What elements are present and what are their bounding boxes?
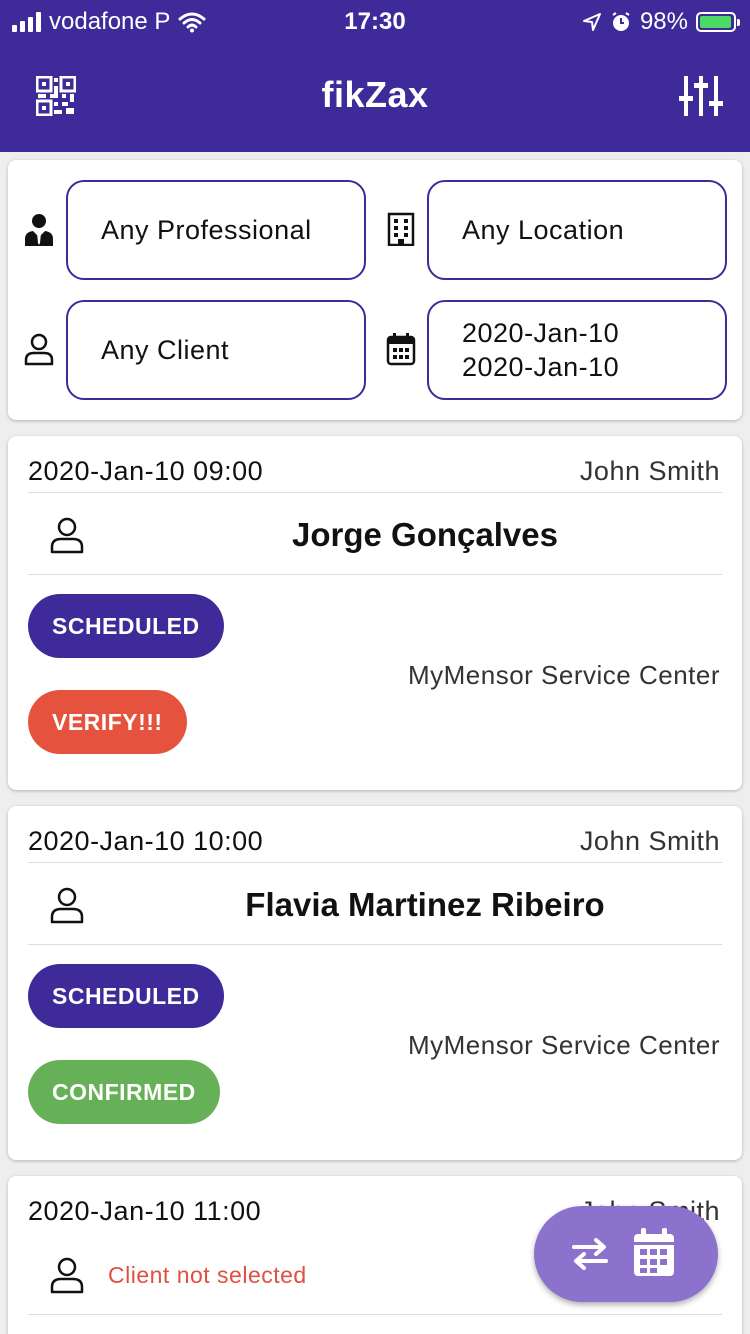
appointment-client: Flavia Martinez Ribeiro [245, 886, 605, 923]
app-title: fikZax [321, 74, 429, 115]
professional-filter-label: Any Professional [101, 214, 312, 245]
status-bar: vodafone P 17:30 98% [0, 0, 750, 42]
app-bar: fikZax [0, 42, 750, 152]
client-icon [50, 1257, 84, 1294]
battery-icon [696, 12, 740, 32]
new-appointment-fab[interactable] [534, 1206, 718, 1302]
date-range-filter[interactable]: 2020-Jan-10 2020-Jan-10 [427, 300, 727, 400]
verify-badge: VERIFY!!! [28, 690, 187, 754]
appointment-client: Jorge Gonçalves [292, 516, 558, 553]
appointment-card[interactable]: 2020-Jan-10 10:00 John Smith Flavia Mart… [8, 806, 742, 1160]
building-icon [387, 212, 415, 246]
divider [28, 574, 722, 575]
appointment-card[interactable]: 2020-Jan-10 09:00 John Smith Jorge Gonça… [8, 436, 742, 790]
professional-filter[interactable]: Any Professional [66, 180, 366, 280]
divider [28, 492, 722, 493]
appointment-datetime: 2020-Jan-10 10:00 [28, 826, 264, 856]
appointment-professional: John Smith [579, 826, 720, 856]
client-filter-label: Any Client [101, 334, 230, 365]
appointment-professional: John Smith [579, 456, 720, 486]
filter-card: Any Professional Any Location Any Client… [8, 160, 742, 420]
swap-arrows-icon [572, 1238, 608, 1270]
client-icon [50, 887, 84, 924]
appointment-location: MyMensor Service Center [407, 1030, 720, 1060]
location-arrow-icon [582, 13, 601, 31]
divider [28, 944, 722, 945]
divider [28, 862, 722, 863]
battery-percent: 98% [639, 8, 688, 35]
date-from: 2020-Jan-10 [462, 318, 620, 348]
status-badge: SCHEDULED [28, 594, 224, 658]
appointment-datetime: 2020-Jan-10 11:00 [28, 1196, 262, 1226]
location-filter-label: Any Location [462, 214, 625, 245]
alarm-icon [612, 12, 630, 31]
client-filter[interactable]: Any Client [66, 300, 366, 400]
calendar-icon [386, 333, 416, 366]
confirmed-badge: CONFIRMED [28, 1060, 220, 1124]
appointment-location: MyMensor Service Center [407, 660, 720, 690]
client-icon [24, 333, 54, 366]
appointment-datetime: 2020-Jan-10 09:00 [28, 456, 264, 486]
tune-icon[interactable] [678, 74, 724, 118]
date-to: 2020-Jan-10 [462, 352, 620, 382]
calendar-icon [634, 1228, 674, 1276]
divider [28, 1314, 722, 1315]
status-badge: SCHEDULED [28, 964, 224, 1028]
location-filter[interactable]: Any Location [427, 180, 727, 280]
client-icon [50, 517, 84, 554]
professional-icon [25, 214, 53, 246]
